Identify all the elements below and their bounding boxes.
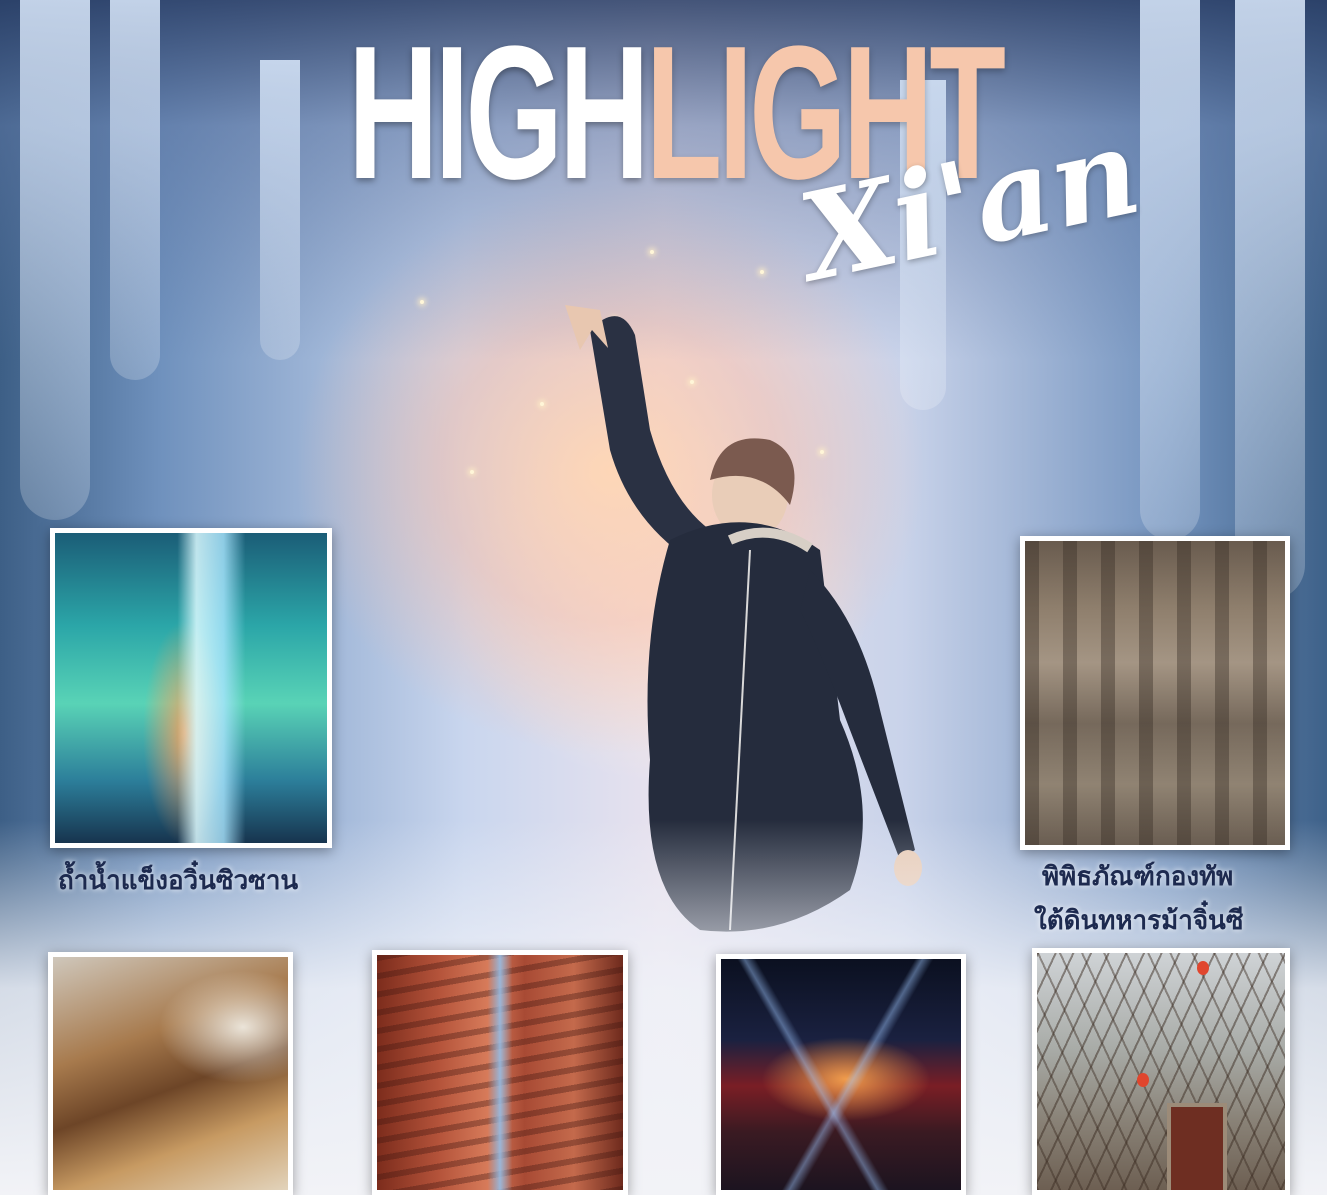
- icicle-right-1: [1140, 0, 1200, 540]
- photo-night-city-lights: [716, 954, 966, 1195]
- sparkle: [470, 470, 474, 474]
- sparkle: [760, 270, 764, 274]
- caption-ice-cave: ถ้ำน้ำแข็งอวิ๋นซิวซาน: [58, 866, 299, 896]
- poster: HIGH LIGHT Xi'an ถ้ำน้ำแข็งอวิ๋นซิวซาน พิ…: [0, 0, 1327, 1195]
- icicle-left-1: [20, 0, 90, 520]
- icicle-right-2: [1235, 0, 1305, 600]
- photo-red-canyon: [372, 950, 628, 1195]
- caption-terracotta-line1: พิพิธภัณฑ์กองทัพ: [1042, 862, 1234, 892]
- icicle-left-2: [110, 0, 160, 380]
- title-word-high: HIGH: [348, 7, 650, 219]
- caption-terracotta-line2: ใต้ดินทหารม้าจิ๋นซี: [1034, 906, 1244, 936]
- photo-terracotta-army: [1020, 536, 1290, 850]
- stone-gate: [1167, 1103, 1227, 1190]
- photo-bare-trees-gate: [1032, 948, 1290, 1195]
- photo-yellow-river-waterfall: [48, 952, 293, 1195]
- photo-ice-cave: [50, 528, 332, 848]
- icicle-center-1: [260, 60, 300, 360]
- red-lantern: [1137, 1073, 1149, 1087]
- red-lantern: [1197, 961, 1209, 975]
- sparkle: [650, 250, 654, 254]
- sparkle: [420, 300, 424, 304]
